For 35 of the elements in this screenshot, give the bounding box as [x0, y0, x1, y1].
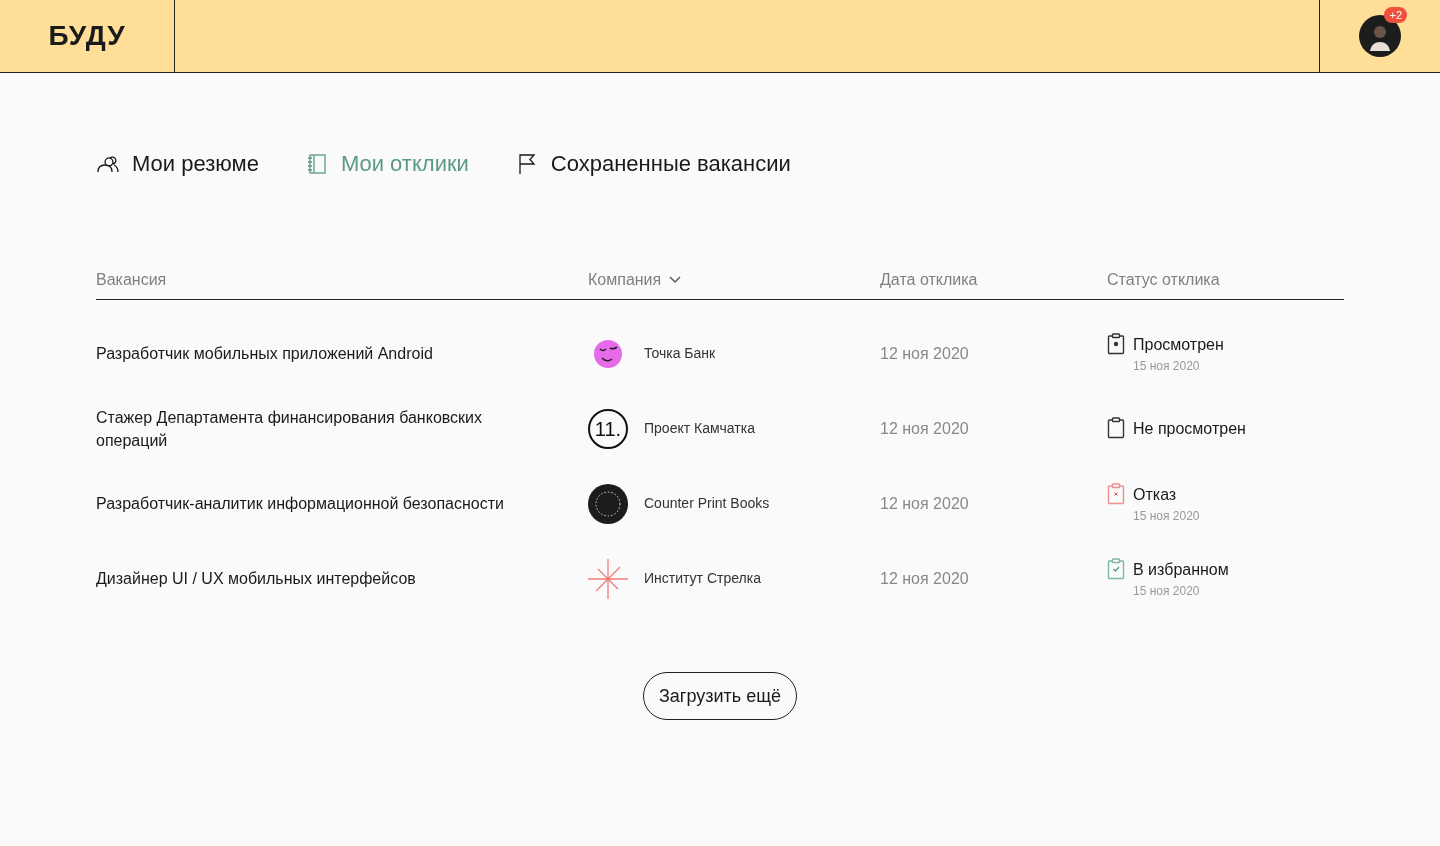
status-date: 15 ноя 2020: [1133, 507, 1200, 525]
column-header: Вакансия: [96, 270, 167, 290]
clipboard-icon: [1107, 416, 1125, 439]
clipboard-check-icon: [1107, 557, 1125, 580]
column-header: Дата отклика: [880, 270, 978, 290]
vacancy-title[interactable]: Разработчик мобильных приложений Android: [96, 342, 556, 365]
status-label: В избранном: [1133, 559, 1229, 580]
company-name: Counter Print Books: [644, 494, 770, 513]
status-label: Просмотрен: [1133, 334, 1224, 355]
number-logo-icon: 11.: [588, 408, 628, 449]
company-name: Точка Банк: [644, 344, 716, 363]
status-date: 15 ноя 2020: [1133, 582, 1201, 600]
vacancy-title[interactable]: Стажер Департамента финансирования банковских операций: [96, 405, 556, 452]
company-name: Проект Камчатка: [644, 419, 755, 438]
circle-logo-icon: [588, 483, 628, 524]
response-date: 12 ноя 2020: [880, 344, 969, 362]
company-name: Институт Стрелка: [644, 569, 761, 588]
logo[interactable]: БУДУ: [48, 15, 126, 57]
status-label: Отказ: [1133, 484, 1178, 505]
notification-badge: +2: [1384, 7, 1407, 23]
clipboard-eye-icon: [1107, 332, 1125, 355]
status-date: 15 ноя 2020: [1133, 357, 1201, 375]
column-header[interactable]: Компания: [588, 268, 662, 292]
vacancy-title[interactable]: Разработчик-аналитик информационной безопасности: [96, 492, 556, 515]
clipboard-cross-icon: [1107, 482, 1125, 505]
response-date: 12 ноя 2020: [880, 569, 969, 587]
tab[interactable]: Сохраненные вакансии: [514, 147, 791, 180]
star-lines-icon: [588, 558, 628, 599]
chevron-down-icon[interactable]: [669, 276, 682, 284]
tab[interactable]: Мои резюме: [96, 147, 259, 180]
status-label: Не просмотрен: [1133, 418, 1246, 439]
column-header: Статус отклика: [1107, 270, 1220, 290]
response-date: 12 ноя 2020: [880, 419, 969, 437]
response-date: 12 ноя 2020: [880, 494, 969, 512]
vacancy-title[interactable]: Дизайнер UI / UX мобильных интерфейсов: [96, 567, 556, 590]
